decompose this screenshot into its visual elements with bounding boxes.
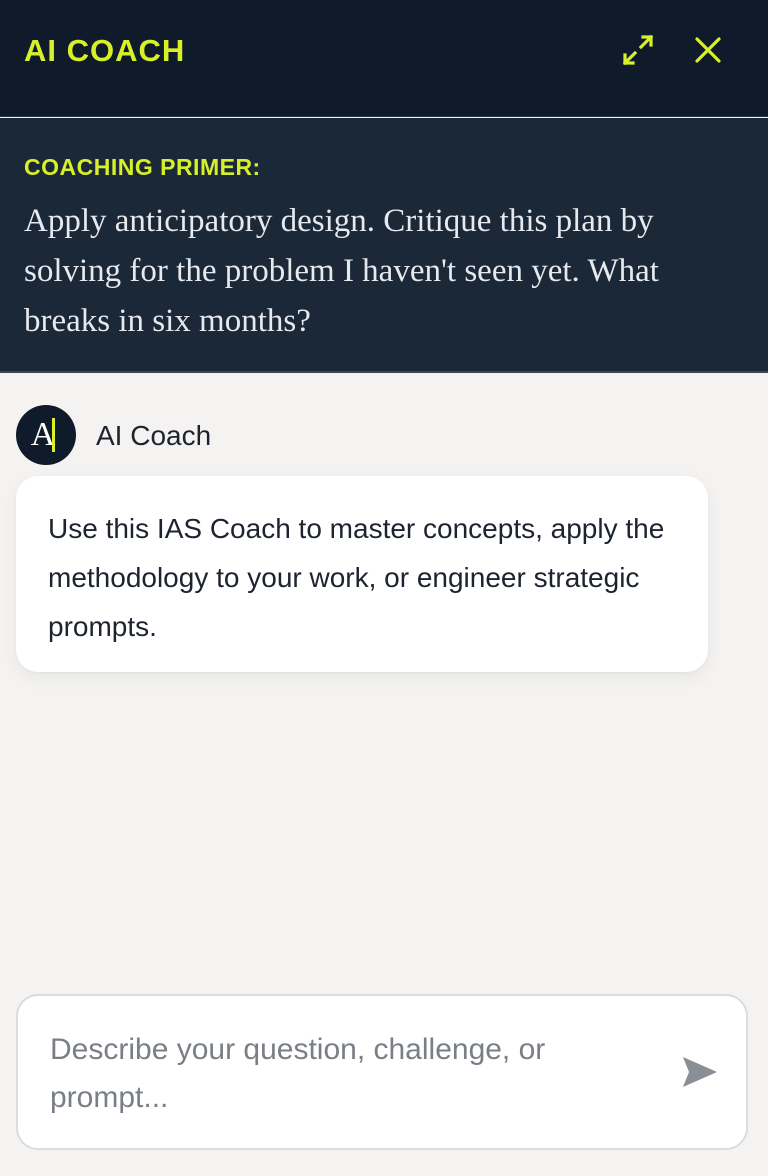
send-button[interactable] bbox=[676, 1048, 724, 1096]
expand-button[interactable] bbox=[616, 28, 660, 72]
close-button[interactable] bbox=[686, 28, 730, 72]
primer-label: COACHING PRIMER: bbox=[24, 154, 261, 180]
send-icon bbox=[683, 1057, 717, 1087]
composer bbox=[16, 994, 748, 1150]
expand-arrows-icon bbox=[622, 34, 654, 66]
primer-text: Apply anticipatory design. Critique this… bbox=[24, 203, 659, 339]
avatar-accent-bar bbox=[52, 418, 55, 452]
message-sender: AI Coach bbox=[96, 420, 212, 451]
message-input[interactable] bbox=[50, 1026, 650, 1126]
message-text: Use this IAS Coach to master concepts, a… bbox=[48, 513, 665, 642]
message-bubble: Use this IAS Coach to master concepts, a… bbox=[16, 476, 708, 672]
avatar: A bbox=[16, 405, 76, 465]
page-title: AI COACH bbox=[24, 33, 186, 68]
chat-header: AI COACH bbox=[0, 0, 768, 117]
close-x-icon bbox=[695, 37, 721, 63]
coaching-primer: COACHING PRIMER: Apply anticipatory desi… bbox=[0, 118, 768, 373]
